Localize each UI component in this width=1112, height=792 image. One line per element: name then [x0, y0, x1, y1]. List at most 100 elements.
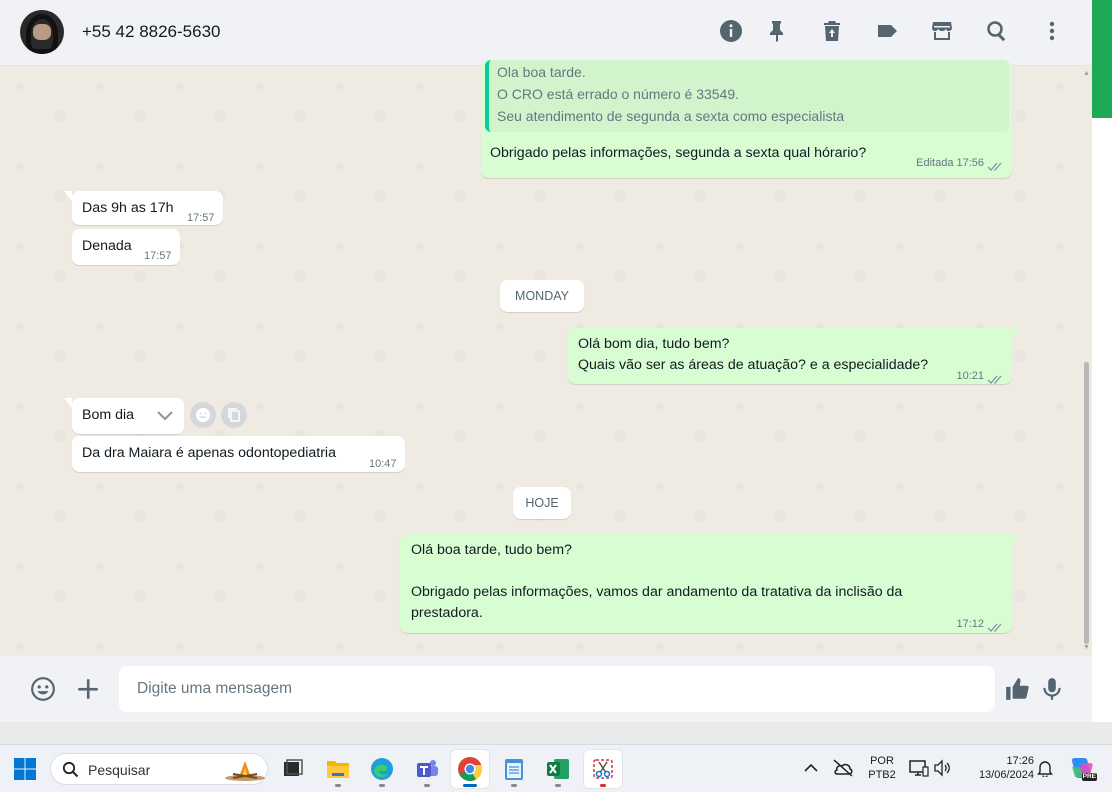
message-line: Obrigado pelas informações, vamos dar an…: [411, 584, 903, 600]
teams-button[interactable]: [408, 750, 446, 788]
quoted-message[interactable]: Ola boa tarde. O CRO está errado o númer…: [485, 60, 1009, 132]
copy-icon: [228, 408, 240, 422]
thumbs-up-icon[interactable]: [1002, 674, 1032, 704]
language-indicator[interactable]: POR PTB2: [862, 754, 902, 782]
menu-icon[interactable]: [1039, 18, 1065, 44]
notification-bell-icon[interactable]: [1037, 759, 1053, 777]
message-text: Da dra Maiara é apenas odontopediatria: [82, 445, 336, 461]
message-meta: Editada 17:56: [916, 153, 1004, 174]
edited-label: Editada: [916, 157, 954, 169]
onedrive-off-icon[interactable]: [832, 758, 854, 778]
message-bubble-outgoing[interactable]: Ola boa tarde. O CRO está errado o númer…: [481, 60, 1012, 178]
campfire-icon: [225, 761, 265, 781]
message-bubble-incoming[interactable]: Das 9h as 17h 17:57: [64, 191, 223, 225]
delete-icon[interactable]: [819, 18, 845, 44]
double-check-icon: [987, 620, 1004, 632]
message-time: 10:21: [956, 370, 984, 382]
message-line: [411, 561, 902, 582]
smiley-icon: [196, 408, 210, 422]
language-top: POR: [870, 755, 894, 767]
attach-plus-icon[interactable]: [73, 674, 103, 704]
message-time: 17:12: [956, 618, 984, 630]
double-check-icon: [987, 159, 1004, 171]
scroll-up-arrow-icon[interactable]: ▲: [1083, 70, 1090, 78]
conversation-panel[interactable]: Ola boa tarde. O CRO está errado o númer…: [0, 60, 1092, 656]
message-text: Obrigado pelas informações, segunda a se…: [490, 145, 867, 161]
store-icon[interactable]: [929, 18, 955, 44]
message-bubble-incoming[interactable]: Denada 17:57: [72, 229, 180, 265]
quoted-line: Seu atendimento de segunda a sexta como …: [497, 108, 845, 124]
forward-copy-button[interactable]: [221, 402, 247, 428]
info-icon[interactable]: [718, 18, 744, 44]
edge-browser-button[interactable]: [363, 750, 401, 788]
emoji-reaction-button[interactable]: [190, 402, 216, 428]
message-composer: [0, 656, 1092, 722]
clock-time: 17:26: [1006, 755, 1034, 767]
contact-name[interactable]: +55 42 8826-5630: [82, 22, 221, 42]
notepad-button[interactable]: [495, 750, 533, 788]
date-separator: MONDAY: [500, 280, 584, 312]
windows-logo-icon: [14, 758, 36, 780]
message-line: Quais vão ser as áreas de atuação? e a e…: [578, 357, 929, 373]
chevron-up-icon[interactable]: [803, 762, 819, 774]
message-line: Olá boa tarde, tudo bem?: [411, 542, 572, 558]
scroll-down-arrow-icon[interactable]: ▼: [1083, 644, 1090, 652]
message-time: 10:47: [369, 458, 397, 470]
message-text: Olá bom dia, tudo bem? Quais vão ser as …: [578, 334, 928, 376]
quoted-line: Ola boa tarde.: [497, 64, 586, 80]
excel-button[interactable]: [539, 750, 577, 788]
chrome-icon: [458, 757, 483, 782]
microphone-icon[interactable]: [1037, 674, 1067, 704]
message-bubble-incoming[interactable]: Da dra Maiara é apenas odontopediatria 1…: [72, 436, 405, 472]
file-explorer-button[interactable]: [319, 750, 357, 788]
network-icon[interactable]: [909, 759, 929, 777]
clock-date: 13/06/2024: [978, 769, 1034, 781]
pin-icon[interactable]: [764, 18, 790, 44]
folder-icon: [327, 761, 349, 778]
notepad-icon: [505, 759, 523, 780]
chat-header: +55 42 8826-5630: [0, 0, 1092, 66]
task-view-button[interactable]: [274, 750, 312, 788]
teams-icon: [417, 760, 438, 777]
language-bottom: PTB2: [868, 769, 896, 781]
message-bubble-outgoing[interactable]: Olá boa tarde, tudo bem? Obrigado pelas …: [400, 534, 1020, 635]
emoji-icon[interactable]: [28, 674, 58, 704]
message-line: prestadora.: [411, 605, 483, 621]
quoted-line: O CRO está errado o número é 33549.: [497, 86, 740, 102]
chrome-button[interactable]: [451, 750, 489, 788]
message-line: Olá bom dia, tudo bem?: [578, 336, 730, 352]
message-bubble-incoming[interactable]: Bom dia: [64, 398, 184, 434]
message-meta: 17:12: [956, 614, 1004, 635]
scrollbar-thumb[interactable]: [1084, 362, 1089, 644]
message-meta: 10:21: [956, 366, 1004, 387]
message-input[interactable]: [119, 666, 995, 712]
volume-icon[interactable]: [933, 759, 951, 777]
chat-scrollbar[interactable]: ▲ ▼: [1083, 70, 1090, 652]
message-text: Denada: [82, 238, 132, 254]
message-options-button[interactable]: [138, 398, 184, 434]
excel-icon: [547, 759, 569, 779]
windows-taskbar: Pesquisar POR PTB2 17:26 13/06/2024 PRE: [0, 744, 1112, 792]
message-bubble-outgoing[interactable]: Olá bom dia, tudo bem? Quais vão ser as …: [568, 328, 1020, 387]
message-time: 17:57: [144, 250, 172, 262]
window-bottom-gap: [0, 722, 1112, 744]
message-text: Olá boa tarde, tudo bem? Obrigado pelas …: [411, 540, 902, 624]
message-time: 17:56: [956, 157, 984, 169]
search-label: Pesquisar: [88, 762, 151, 778]
snipping-tool-button[interactable]: [584, 750, 622, 788]
label-icon[interactable]: [874, 18, 900, 44]
copilot-button[interactable]: PRE: [1069, 755, 1097, 781]
search-icon[interactable]: [984, 18, 1010, 44]
message-time: 17:57: [187, 212, 215, 224]
task-view-icon: [284, 759, 303, 776]
chevron-down-icon: [157, 411, 173, 421]
message-text: Das 9h as 17h: [82, 200, 174, 216]
side-edge: [1092, 0, 1112, 722]
clock[interactable]: 17:26 13/06/2024: [960, 754, 1034, 782]
start-button[interactable]: [6, 750, 44, 788]
copilot-badge: PRE: [1081, 773, 1097, 781]
avatar[interactable]: [20, 10, 64, 54]
date-separator: HOJE: [513, 487, 571, 519]
edge-icon: [371, 758, 393, 780]
taskbar-search[interactable]: Pesquisar: [50, 753, 268, 785]
